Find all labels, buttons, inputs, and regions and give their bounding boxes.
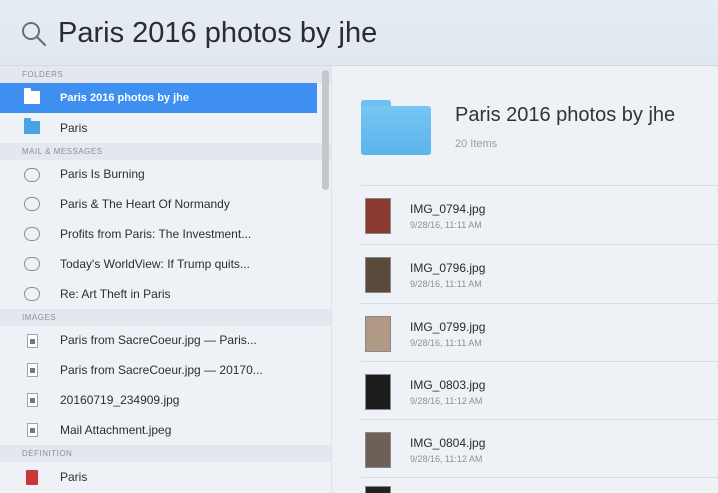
result-label: Paris Is Burning bbox=[60, 167, 145, 182]
result-item-folder[interactable]: Paris bbox=[0, 113, 331, 143]
result-label: Profits from Paris: The Investment... bbox=[60, 227, 252, 242]
file-row[interactable]: IMG_0804.jpg 9/28/16, 11:12 AM bbox=[361, 420, 718, 478]
result-item-definition[interactable]: Paris bbox=[0, 462, 331, 492]
mail-icon bbox=[24, 167, 40, 182]
file-name: IMG_0796.jpg bbox=[410, 261, 486, 275]
result-label: Paris from SacreCoeur.jpg — 20170... bbox=[60, 363, 263, 378]
section-header-mail: MAIL & MESSAGES bbox=[0, 142, 331, 160]
result-label: Paris from SacreCoeur.jpg — Paris... bbox=[60, 333, 257, 348]
search-icon bbox=[22, 22, 47, 47]
result-label: Today's WorldView: If Trump quits... bbox=[60, 256, 250, 271]
result-label: Paris & The Heart Of Normandy bbox=[60, 197, 230, 212]
photo-thumbnail bbox=[365, 198, 391, 234]
result-label: Re: Art Theft in Paris bbox=[60, 286, 171, 301]
section-header-folders: FOLDERS bbox=[0, 66, 331, 83]
photo-thumbnail bbox=[365, 486, 391, 493]
preview-pane: Paris 2016 photos by jhe 20 Items IMG_07… bbox=[333, 66, 718, 493]
file-date: 9/28/16, 11:11 AM bbox=[410, 338, 482, 348]
image-file-icon bbox=[24, 363, 40, 378]
file-date: 9/28/16, 11:12 AM bbox=[410, 396, 483, 406]
result-label: Paris bbox=[60, 469, 88, 484]
result-item-image[interactable]: 20160719_234909.jpg bbox=[0, 385, 331, 415]
preview-title: Paris 2016 photos by jhe bbox=[455, 104, 676, 126]
dictionary-icon bbox=[24, 469, 40, 485]
mail-icon bbox=[24, 256, 40, 271]
file-row[interactable]: IMG_0803.jpg 9/28/16, 11:12 AM bbox=[361, 362, 718, 420]
photo-thumbnail bbox=[365, 316, 391, 352]
section-header-images: IMAGES bbox=[0, 308, 331, 326]
file-name: IMG_0804.jpg bbox=[410, 436, 486, 450]
result-item-image[interactable]: Mail Attachment.jpeg bbox=[0, 415, 331, 445]
folder-icon bbox=[24, 117, 40, 135]
result-item-mail[interactable]: Paris & The Heart Of Normandy bbox=[0, 189, 331, 219]
result-label: Paris 2016 photos by jhe bbox=[60, 91, 189, 104]
folder-icon bbox=[361, 100, 431, 155]
search-bar: Paris 2016 photos by jhe bbox=[0, 0, 718, 66]
result-label: Mail Attachment.jpeg bbox=[60, 422, 172, 437]
file-name: IMG_0794.jpg bbox=[410, 202, 486, 216]
mail-icon bbox=[24, 227, 40, 242]
photo-thumbnail bbox=[365, 257, 391, 293]
folder-icon bbox=[24, 88, 40, 105]
divider bbox=[361, 477, 718, 478]
photo-thumbnail bbox=[365, 374, 391, 410]
result-label: 20160719_234909.jpg bbox=[60, 393, 180, 408]
file-date: 9/28/16, 11:11 AM bbox=[410, 279, 482, 289]
result-item-image[interactable]: Paris from SacreCoeur.jpg — 20170... bbox=[0, 355, 331, 385]
mail-icon bbox=[24, 197, 40, 212]
file-date: 9/28/16, 11:11 AM bbox=[410, 220, 482, 230]
result-item-mail[interactable]: Paris Is Burning bbox=[0, 160, 331, 190]
results-scrollbar[interactable] bbox=[322, 70, 329, 190]
photo-thumbnail bbox=[365, 432, 391, 468]
search-input[interactable]: Paris 2016 photos by jhe bbox=[58, 13, 698, 53]
result-item-mail[interactable]: Re: Art Theft in Paris bbox=[0, 279, 331, 309]
preview-item-count: 20 Items bbox=[455, 138, 498, 150]
file-row[interactable]: IMG_0794.jpg 9/28/16, 11:11 AM bbox=[361, 186, 718, 244]
file-row[interactable]: IMG_0799.jpg 9/28/16, 11:11 AM bbox=[361, 304, 718, 362]
result-label: Paris bbox=[60, 120, 88, 135]
mail-icon bbox=[24, 286, 40, 301]
image-file-icon bbox=[24, 393, 40, 408]
result-item-folder[interactable]: Paris 2016 photos by jhe bbox=[0, 83, 317, 113]
result-item-image[interactable]: Paris from SacreCoeur.jpg — Paris... bbox=[0, 326, 331, 356]
image-file-icon bbox=[24, 333, 40, 348]
result-item-mail[interactable]: Today's WorldView: If Trump quits... bbox=[0, 249, 331, 279]
file-date: 9/28/16, 11:12 AM bbox=[410, 454, 483, 464]
section-header-definition: DEFINITION bbox=[0, 444, 331, 462]
spotlight-window: Paris 2016 photos by jhe FOLDERS Paris 2… bbox=[0, 0, 718, 493]
image-file-icon bbox=[24, 422, 40, 437]
file-row[interactable]: IMG_0796.jpg 9/28/16, 11:11 AM bbox=[361, 245, 718, 303]
file-name: IMG_0799.jpg bbox=[410, 320, 486, 334]
file-name: IMG_0803.jpg bbox=[410, 378, 486, 392]
result-item-mail[interactable]: Profits from Paris: The Investment... bbox=[0, 219, 331, 249]
results-list: FOLDERS Paris 2016 photos by jhe Paris M… bbox=[0, 66, 332, 493]
